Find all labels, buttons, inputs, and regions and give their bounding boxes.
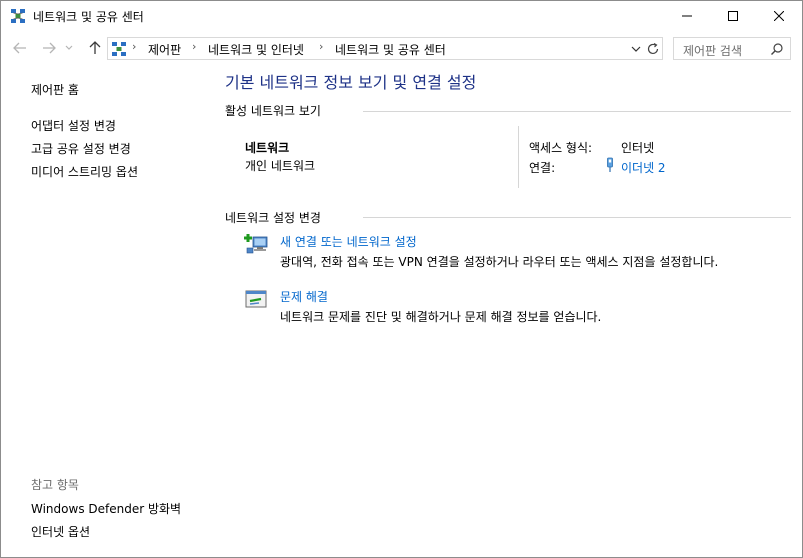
forward-button[interactable] bbox=[40, 39, 58, 57]
troubleshoot-icon bbox=[244, 288, 270, 312]
control-panel-home-link[interactable]: 제어판 홈 bbox=[31, 81, 79, 98]
breadcrumb-chevron-icon[interactable]: › bbox=[192, 40, 196, 53]
sidebar-item-media-streaming-options[interactable]: 미디어 스트리밍 옵션 bbox=[31, 163, 138, 180]
network-type-link[interactable]: 개인 네트워크 bbox=[245, 157, 315, 174]
page-title: 기본 네트워크 정보 보기 및 연결 설정 bbox=[225, 73, 477, 92]
address-dropdown-button[interactable] bbox=[629, 41, 643, 57]
up-button[interactable] bbox=[86, 39, 104, 57]
search-icon[interactable] bbox=[770, 42, 784, 56]
address-bar[interactable]: › 제어판 › 네트워크 및 인터넷 › 네트워크 및 공유 센터 bbox=[107, 37, 663, 60]
section-divider bbox=[363, 111, 791, 112]
access-type-label: 액세스 형식: bbox=[529, 141, 593, 155]
left-task-pane: 제어판 홈 어댑터 설정 변경 고급 공유 설정 변경 미디어 스트리밍 옵션 … bbox=[1, 65, 211, 557]
sidebar-item-advanced-sharing-settings[interactable]: 고급 공유 설정 변경 bbox=[31, 140, 131, 157]
setup-new-connection-link[interactable]: 새 연결 또는 네트워크 설정 bbox=[280, 233, 417, 250]
breadcrumb-control-panel[interactable]: 제어판 bbox=[148, 41, 181, 58]
breadcrumb-chevron-icon[interactable]: › bbox=[132, 40, 136, 53]
close-button[interactable] bbox=[756, 1, 802, 31]
new-connection-icon bbox=[244, 232, 270, 256]
sidebar-item-change-adapter-settings[interactable]: 어댑터 설정 변경 bbox=[31, 117, 116, 134]
search-input[interactable]: 제어판 검색 bbox=[683, 42, 742, 59]
see-also-windows-defender-firewall[interactable]: Windows Defender 방화벽 bbox=[31, 500, 181, 517]
troubleshoot-description: 네트워크 문제를 진단 및 해결하거나 문제 해결 정보를 얻습니다. bbox=[280, 310, 602, 324]
maximize-button[interactable] bbox=[710, 1, 756, 31]
connections-label: 연결: bbox=[529, 161, 556, 175]
recent-locations-dropdown[interactable] bbox=[63, 39, 75, 57]
network-center-icon bbox=[111, 41, 127, 57]
setup-new-connection-description: 광대역, 전화 접속 또는 VPN 연결을 설정하거나 라우터 또는 액세스 지… bbox=[280, 255, 719, 269]
breadcrumb-chevron-icon[interactable]: › bbox=[319, 40, 323, 53]
network-center-app-icon bbox=[10, 8, 26, 24]
see-also-heading: 참고 항목 bbox=[31, 478, 79, 492]
active-networks-heading: 활성 네트워크 보기 bbox=[225, 104, 321, 118]
minimize-button[interactable] bbox=[664, 1, 710, 31]
ethernet-icon bbox=[605, 157, 615, 173]
connection-ethernet-link[interactable]: 이더넷 2 bbox=[621, 159, 666, 176]
window-title: 네트워크 및 공유 센터 bbox=[33, 10, 144, 24]
title-bar[interactable]: 네트워크 및 공유 센터 bbox=[1, 1, 802, 31]
troubleshoot-link[interactable]: 문제 해결 bbox=[280, 288, 328, 305]
breadcrumb-network-sharing-center[interactable]: 네트워크 및 공유 센터 bbox=[335, 41, 446, 58]
refresh-button[interactable] bbox=[645, 41, 661, 57]
access-type-value: 인터넷 bbox=[621, 141, 655, 155]
section-divider bbox=[363, 217, 791, 218]
network-name: 네트워크 bbox=[245, 141, 290, 155]
navigation-bar: › 제어판 › 네트워크 및 인터넷 › 네트워크 및 공유 센터 제어판 검색 bbox=[1, 31, 802, 65]
see-also-internet-options[interactable]: 인터넷 옵션 bbox=[31, 523, 90, 540]
change-network-settings-heading: 네트워크 설정 변경 bbox=[225, 211, 321, 225]
network-info-divider bbox=[518, 126, 519, 188]
network-sharing-center-window: 네트워크 및 공유 센터 › 제어판 › 네트워크 및 인터넷 › 네트워크 및… bbox=[0, 0, 803, 558]
search-box[interactable]: 제어판 검색 bbox=[673, 37, 791, 60]
back-button[interactable] bbox=[11, 39, 29, 57]
breadcrumb-network-internet[interactable]: 네트워크 및 인터넷 bbox=[208, 41, 304, 58]
